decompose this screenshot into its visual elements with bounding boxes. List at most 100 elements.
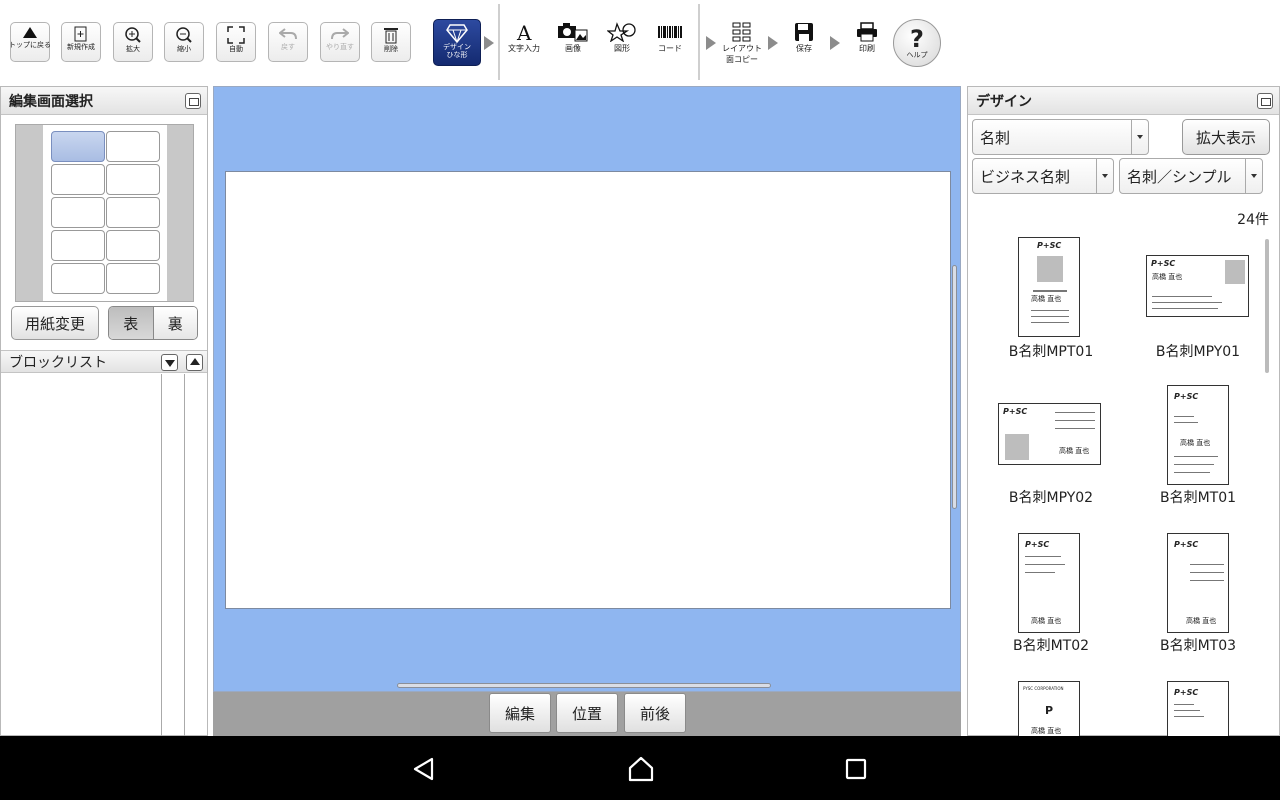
template-name: B名刺MPY02: [1008, 490, 1094, 506]
template-item[interactable]: P+SC 高橋 直也 B名刺MT01: [1123, 385, 1273, 507]
print-button[interactable]: 印刷: [839, 22, 895, 66]
card-slot[interactable]: [106, 131, 160, 162]
camera-icon: [558, 23, 588, 42]
paper-change-button[interactable]: 用紙変更: [11, 306, 99, 340]
floppy-disk-icon: [795, 23, 813, 41]
template-item[interactable]: P+SC 高橋 直也 B名刺MT02: [976, 533, 1126, 655]
template-thumbnail: P+SC: [1167, 681, 1229, 737]
template-item[interactable]: P+SC 高橋 直也 B名刺MPY01: [1123, 237, 1273, 360]
person-photo-icon: [1005, 434, 1029, 460]
new-file-icon: [74, 26, 87, 42]
horizontal-scrollbar[interactable]: [397, 683, 771, 688]
toolbar: トップに戻る 新規作成 拡大 縮小 自動 戻す やり直す 削除 デザイン ひな形…: [0, 0, 1280, 86]
layout-copy-button[interactable]: レイアウト 面コピー: [714, 22, 770, 66]
help-button[interactable]: ? ヘルプ: [893, 19, 941, 67]
template-thumbnail: PYSC CORPORATION P 高橋 直也: [1018, 681, 1080, 737]
category-select[interactable]: 名刺: [972, 119, 1149, 155]
template-item[interactable]: P+SC 高橋 直也 B名刺MPT01: [976, 237, 1126, 360]
collapse-icon[interactable]: [185, 93, 201, 109]
card-slot[interactable]: [51, 197, 105, 228]
side-toggle: 表 裏: [108, 306, 198, 340]
edit-screen-panel: 編集画面選択 用紙変更 表 裏 ブロックリスト: [0, 86, 208, 736]
thumb-logo: P+SC: [1151, 259, 1176, 268]
block-list[interactable]: [1, 374, 207, 736]
template-thumbnail: P+SC 高橋 直也: [998, 403, 1101, 465]
card-slot[interactable]: [51, 131, 105, 162]
thumb-person: 高橋 直也: [1031, 295, 1062, 303]
thumb-person: 高橋 直也: [1186, 617, 1217, 625]
printer-icon: [857, 22, 877, 42]
vertical-scrollbar[interactable]: [952, 265, 957, 509]
thumb-person: 高橋 直也: [1152, 273, 1183, 281]
order-button[interactable]: 前後: [624, 693, 686, 733]
thumb-logo: P+SC: [1037, 241, 1062, 250]
sheet: [43, 125, 167, 301]
template-item[interactable]: P+SC 高橋 直也 B名刺MT03: [1123, 533, 1273, 655]
toolbar-separator: [698, 4, 700, 80]
block-list-header: ブロックリスト: [1, 350, 207, 373]
template-item[interactable]: P+SC 高橋 直也 B名刺MPY02: [976, 385, 1126, 507]
thumb-logo: P+SC: [1174, 688, 1199, 697]
app-window: トップに戻る 新規作成 拡大 縮小 自動 戻す やり直す 削除 デザイン ひな形…: [0, 0, 1280, 800]
card-slot[interactable]: [106, 230, 160, 261]
barcode-button[interactable]: コード: [642, 22, 698, 66]
template-name: B名刺MT01: [1159, 490, 1237, 506]
person-photo-icon: [1037, 256, 1063, 282]
redo-button[interactable]: やり直す: [320, 22, 360, 62]
new-document-button[interactable]: 新規作成: [61, 22, 101, 62]
thumb-logo: P+SC: [1003, 407, 1028, 416]
collapse-icon[interactable]: [1257, 93, 1273, 109]
zoom-in-button[interactable]: 拡大: [113, 22, 153, 62]
design-template-button[interactable]: デザイン ひな形: [433, 19, 481, 66]
undo-button[interactable]: 戻す: [268, 22, 308, 62]
image-button[interactable]: 画像: [545, 22, 601, 66]
thumb-person: 高橋 直也: [1031, 727, 1062, 735]
zoom-in-icon: [125, 27, 141, 43]
template-thumbnail: P+SC 高橋 直也: [1018, 237, 1080, 337]
template-thumbnail: P+SC 高橋 直也: [1167, 533, 1229, 633]
recent-apps-icon[interactable]: [845, 758, 867, 780]
top-back-button[interactable]: トップに戻る: [9, 22, 51, 62]
zoom-display-button[interactable]: 拡大表示: [1182, 119, 1270, 155]
sheet-preview[interactable]: [15, 124, 194, 302]
card-slot[interactable]: [51, 230, 105, 261]
delete-button[interactable]: 削除: [371, 22, 411, 62]
front-side-tab[interactable]: 表: [109, 307, 154, 339]
back-side-tab[interactable]: 裏: [153, 307, 197, 339]
panel-title: デザイン: [976, 93, 1032, 110]
position-button[interactable]: 位置: [556, 693, 618, 733]
template-name: B名刺MT02: [1012, 638, 1090, 654]
move-up-icon[interactable]: [186, 354, 203, 371]
card-slot[interactable]: [51, 263, 105, 294]
card-slot[interactable]: [51, 164, 105, 195]
thumb-person: 高橋 直也: [1031, 617, 1062, 625]
back-icon[interactable]: [412, 757, 436, 781]
card-slot[interactable]: [106, 164, 160, 195]
panel-header: 編集画面選択: [1, 87, 207, 115]
template-thumbnail: P+SC 高橋 直也: [1018, 533, 1080, 633]
save-button[interactable]: 保存: [776, 22, 832, 66]
style-select[interactable]: 名刺／シンプル: [1119, 158, 1263, 194]
template-name: B名刺MT03: [1159, 638, 1237, 654]
text-input-button[interactable]: A 文字入力: [496, 22, 552, 66]
card-canvas[interactable]: [225, 171, 951, 609]
subcategory-select[interactable]: ビジネス名刺: [972, 158, 1114, 194]
template-item[interactable]: P+SC: [1123, 681, 1273, 737]
template-item[interactable]: PYSC CORPORATION P 高橋 直也: [976, 681, 1126, 737]
column-divider: [161, 374, 162, 736]
edit-button[interactable]: 編集: [489, 693, 551, 733]
zoom-out-button[interactable]: 縮小: [164, 22, 204, 62]
move-down-icon[interactable]: [161, 354, 178, 371]
barcode-icon: [658, 26, 682, 38]
home-icon[interactable]: [627, 756, 655, 782]
editing-canvas-area[interactable]: [213, 86, 961, 692]
redo-icon: [331, 28, 349, 40]
shapes-icon: [607, 22, 636, 42]
card-slot[interactable]: [106, 197, 160, 228]
thumb-logo: P: [1045, 704, 1054, 717]
auto-fit-button[interactable]: 自動: [216, 22, 256, 62]
template-thumbnail: P+SC 高橋 直也: [1146, 255, 1249, 317]
thumb-person: 高橋 直也: [1180, 439, 1211, 447]
card-slot[interactable]: [106, 263, 160, 294]
question-mark-icon: ?: [910, 25, 924, 53]
